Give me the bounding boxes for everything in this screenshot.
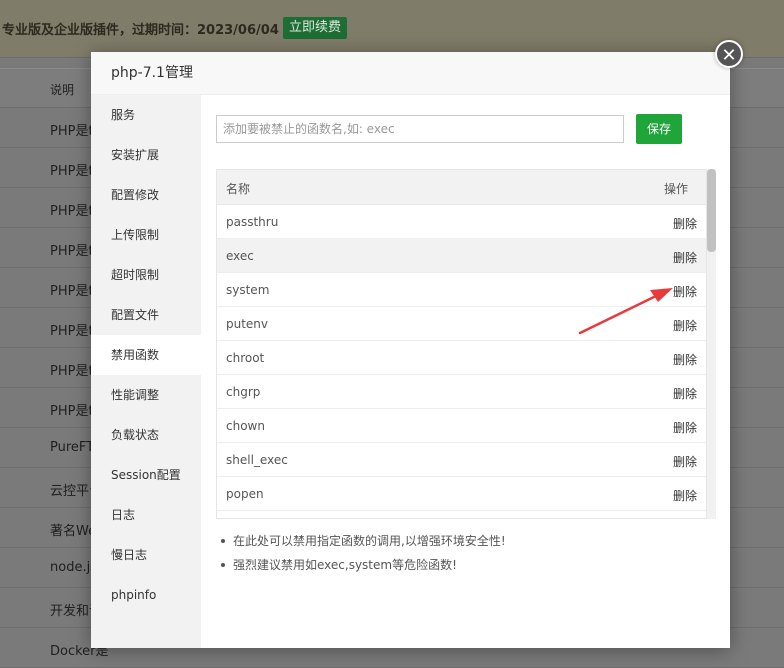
function-name: chroot [226,351,265,365]
delete-link[interactable]: 删除 [673,385,697,402]
sidebar-item[interactable]: 性能调整 [91,375,201,415]
software-description: PHP是t [50,284,94,299]
expiry-banner: 专业版及企业版插件，过期时间：2023/06/04 立即续费 [0,0,784,58]
sidebar-item[interactable]: 上传限制 [91,215,201,255]
sidebar-item[interactable]: 配置修改 [91,175,201,215]
table-row: chroot 删除 [217,341,706,375]
software-description: PHP是t [50,324,94,339]
delete-link[interactable]: 删除 [673,249,697,266]
function-name-input[interactable] [216,115,624,143]
sidebar-item[interactable]: Session配置 [91,455,201,495]
table-row: chgrp 删除 [217,375,706,409]
name-column-header: 名称 [226,182,251,196]
tips-list: 在此处可以禁用指定函数的调用,以增强环境安全性! 强烈建议禁用如exec,sys… [221,529,506,577]
delete-link[interactable]: 删除 [673,317,697,334]
action-column-header: 操作 [663,182,688,196]
software-description: PHP是t [50,364,94,379]
table-row: shell_exec 删除 [217,443,706,477]
renew-button[interactable]: 立即续费 [283,17,348,39]
software-description: 著名We [50,524,97,539]
software-description: PHP是t [50,124,94,139]
table-scrollbar[interactable] [707,169,716,519]
table-row: system 删除 [217,273,706,307]
software-description: PHP是t [50,244,94,259]
table-row: chown 删除 [217,409,706,443]
software-description: PHP是t [50,204,94,219]
software-description: PHP是t [50,164,94,179]
disabled-functions-table: 名称 操作 passthru 删除 exec 删除 system 删除 putenv 删除 ch… [216,169,707,519]
description-column-header: 说明 [50,83,75,97]
save-button[interactable]: 保存 [636,114,682,144]
sidebar-item[interactable]: phpinfo [91,575,201,615]
function-name: exec [226,249,254,263]
function-name: chgrp [226,385,261,399]
disabled-functions-panel: 保存 名称 操作 passthru 删除 exec 删除 system 删除 putenv 删… [201,95,730,648]
sidebar-item[interactable]: 禁用函数 [91,335,201,375]
function-name: chown [226,419,265,433]
table-header: 名称 操作 [217,170,706,205]
sidebar-item[interactable]: 负载状态 [91,415,201,455]
sidebar-item[interactable]: 日志 [91,495,201,535]
function-name: putenv [226,317,269,331]
delete-link[interactable]: 删除 [673,453,697,470]
software-description: PureFT [50,440,95,455]
close-icon[interactable]: ✕ [715,40,743,68]
function-name: shell_exec [226,453,288,467]
delete-link[interactable]: 删除 [673,351,697,368]
tip-item: 在此处可以禁用指定函数的调用,以增强环境安全性! [221,529,506,553]
delete-link[interactable]: 删除 [673,487,697,504]
software-description: node.js [50,560,97,575]
scrollbar-thumb[interactable] [707,169,716,252]
function-name: popen [226,487,264,501]
php-manager-dialog: php-7.1管理 服务 安装扩展 配置修改 上传限制 超时限制 配置文件 禁用函数 性能调整… [91,52,730,648]
table-row: passthru 删除 [217,205,706,239]
sidebar-item[interactable]: 慢日志 [91,535,201,575]
table-row: exec 删除 [217,239,706,273]
expiry-text: 专业版及企业版插件，过期时间：2023/06/04 [2,23,279,38]
sidebar-item[interactable]: 服务 [91,95,201,135]
delete-link[interactable]: 删除 [673,419,697,436]
table-row: putenv 删除 [217,307,706,341]
sidebar-item[interactable]: 配置文件 [91,295,201,335]
tip-item: 强烈建议禁用如exec,system等危险函数! [221,553,506,577]
function-name: system [226,283,270,297]
table-row: popen 删除 [217,477,706,511]
function-name: passthru [226,215,279,229]
software-description: PHP是t [50,404,94,419]
delete-link[interactable]: 删除 [673,283,697,300]
sidebar-item[interactable]: 安装扩展 [91,135,201,175]
settings-sidebar: 服务 安装扩展 配置修改 上传限制 超时限制 配置文件 禁用函数 性能调整 负载状态 Sessio… [91,95,201,648]
dialog-title: php-7.1管理 [91,52,730,95]
sidebar-item[interactable]: 超时限制 [91,255,201,295]
delete-link[interactable]: 删除 [673,215,697,232]
